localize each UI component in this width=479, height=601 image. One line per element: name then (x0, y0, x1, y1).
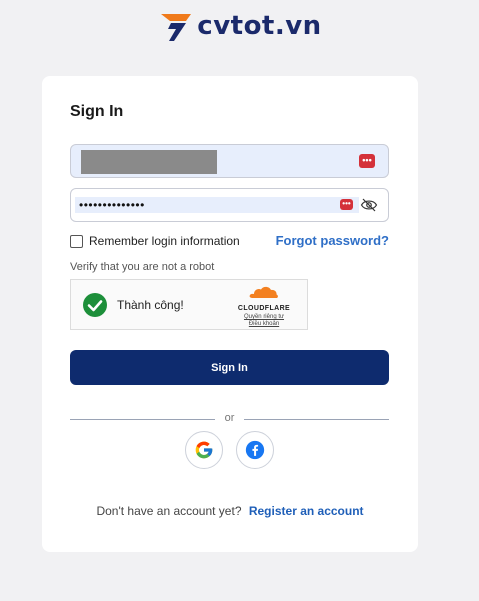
remember-checkbox[interactable] (70, 234, 83, 248)
terms-link[interactable]: Điều khoản (233, 321, 295, 328)
check-icon (83, 293, 107, 317)
register-prompt: Don't have an account yet? Register an a… (42, 504, 418, 518)
captcha-widget[interactable]: Thành công! CLOUDFLARE Quyền riêng tư Đi… (70, 279, 308, 330)
email-field-wrapper: ••• (70, 144, 389, 178)
cloudflare-name: CLOUDFLARE (237, 305, 291, 312)
facebook-icon (245, 440, 265, 460)
or-label: or (224, 412, 235, 424)
sign-in-button[interactable]: Sign In (70, 350, 389, 385)
page-title: Sign In (70, 103, 124, 120)
password-manager-icon[interactable]: ••• (340, 199, 353, 210)
verify-label: Verify that you are not a robot (70, 261, 215, 273)
remember-login-option[interactable]: Remember login information (70, 234, 240, 248)
or-divider: or (70, 412, 389, 426)
remember-label: Remember login information (89, 234, 240, 248)
captcha-status: Thành công! (117, 298, 184, 312)
register-prompt-text: Don't have an account yet? (96, 504, 242, 518)
logo-text: cvtot.vn (197, 11, 322, 41)
google-login-button[interactable] (185, 431, 223, 469)
cvtot-logo-icon (161, 14, 192, 41)
register-link[interactable]: Register an account (249, 504, 364, 518)
privacy-link[interactable]: Quyền riêng tư (233, 314, 295, 321)
password-manager-icon[interactable]: ••• (359, 154, 375, 168)
cloudflare-cloud-icon (249, 286, 278, 298)
password-field[interactable] (79, 197, 339, 213)
google-icon (195, 441, 213, 459)
facebook-login-button[interactable] (236, 431, 274, 469)
forgot-password-link[interactable]: Forgot password? (276, 233, 389, 248)
site-logo[interactable]: cvtot.vn (0, 10, 479, 42)
email-field[interactable] (81, 150, 217, 174)
password-field-wrapper: ••• (70, 188, 389, 222)
cloudflare-branding: CLOUDFLARE Quyền riêng tư Điều khoản (233, 285, 295, 328)
sign-in-card: Sign In ••• ••• Remember login informati… (42, 76, 418, 552)
divider-line-right (244, 419, 389, 420)
eye-slash-icon[interactable] (360, 197, 378, 213)
